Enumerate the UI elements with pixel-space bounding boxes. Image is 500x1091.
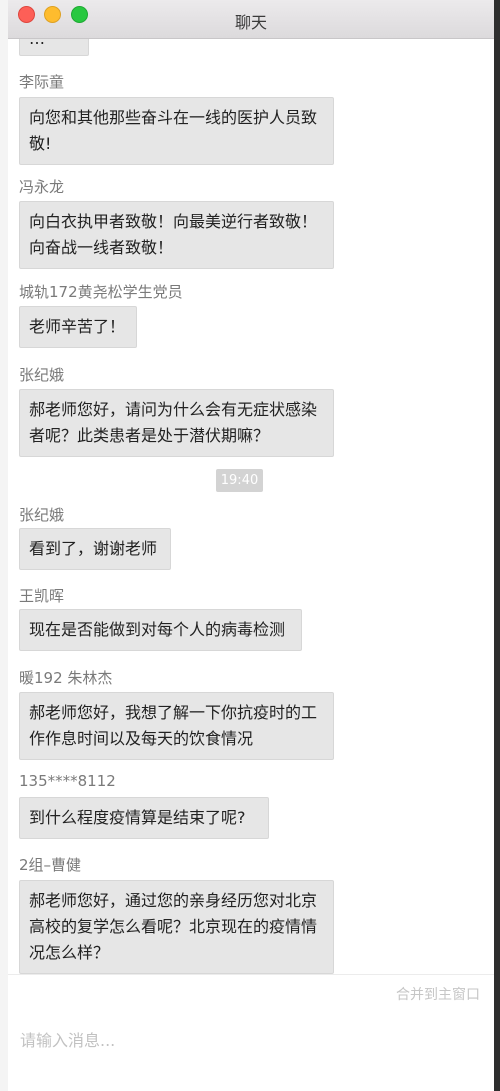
sender-name: 张纪娥 <box>19 506 65 524</box>
chat-window: 聊天 … 李际童 向您和其他那些奋斗在一线的医护人员致敬! 冯永龙 向白衣执甲者… <box>8 0 494 1091</box>
message-bubble: 到什么程度疫情算是结束了呢? <box>19 797 269 839</box>
message-bubble: 郝老师您好，我想了解一下你抗疫时的工作作息时间以及每天的饮食情况 <box>19 692 334 760</box>
sender-name: 张纪娥 <box>19 366 65 384</box>
message-list[interactable]: … 李际童 向您和其他那些奋斗在一线的医护人员致敬! 冯永龙 向白衣执甲者致敬！… <box>8 39 494 974</box>
message-input[interactable] <box>18 1019 482 1061</box>
message-text: … <box>29 39 45 48</box>
sender-name: 暖192 朱林杰 <box>19 669 113 687</box>
sender-name: 2组–曹健 <box>19 856 82 874</box>
message-bubble: … <box>19 39 89 56</box>
message-text: 到什么程度疫情算是结束了呢? <box>29 808 246 827</box>
window-title: 聊天 <box>234 13 267 32</box>
message-text: 向您和其他那些奋斗在一线的医护人员致敬! <box>29 108 318 153</box>
message-bubble: 老师辛苦了！ <box>19 306 137 348</box>
message-bubble: 看到了，谢谢老师 <box>19 528 171 570</box>
message-bubble: 向白衣执甲者致敬！向最美逆行者致敬！向奋战一线者致敬！ <box>19 201 334 269</box>
message-bubble: 向您和其他那些奋斗在一线的医护人员致敬! <box>19 97 334 165</box>
background-window-edge-right <box>494 0 500 1091</box>
merge-to-main-window-link[interactable]: 合并到主窗口 <box>396 984 480 1004</box>
sender-name: 135****8112 <box>19 772 116 790</box>
message-text: 郝老师您好，我想了解一下你抗疫时的工作作息时间以及每天的饮食情况 <box>29 703 318 748</box>
message-bubble: 郝老师您好，通过您的亲身经历您对北京高校的复学怎么看呢？北京现在的疫情情况怎么样… <box>19 880 334 974</box>
message-text: 老师辛苦了！ <box>29 317 126 336</box>
sender-name: 城轨172黄尧松学生党员 <box>19 283 183 301</box>
message-text: 看到了，谢谢老师 <box>29 539 158 558</box>
compose-area: 合并到主窗口 <box>8 974 494 1091</box>
sender-name: 冯永龙 <box>19 178 65 196</box>
message-bubble: 现在是否能做到对每个人的病毒检测 <box>19 609 302 651</box>
title-bar: 聊天 <box>8 0 494 39</box>
time-separator: 19:40 <box>216 469 263 492</box>
message-text: 郝老师您好，请问为什么会有无症状感染者呢？此类患者是处于潜伏期嘛？ <box>29 400 318 445</box>
sender-name: 李际童 <box>19 73 65 91</box>
message-text: 郝老师您好，通过您的亲身经历您对北京高校的复学怎么看呢？北京现在的疫情情况怎么样… <box>29 891 318 962</box>
message-text: 向白衣执甲者致敬！向最美逆行者致敬！向奋战一线者致敬！ <box>29 212 318 257</box>
background-window-edge <box>0 0 8 1091</box>
message-bubble: 郝老师您好，请问为什么会有无症状感染者呢？此类患者是处于潜伏期嘛？ <box>19 389 334 457</box>
message-text: 现在是否能做到对每个人的病毒检测 <box>29 620 286 639</box>
sender-name: 王凯晖 <box>19 587 65 605</box>
